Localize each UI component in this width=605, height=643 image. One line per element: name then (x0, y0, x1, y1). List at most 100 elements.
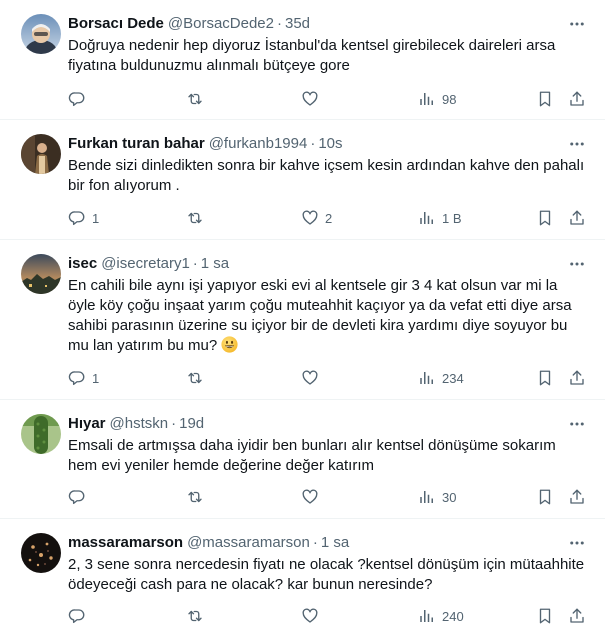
views-icon (418, 488, 436, 506)
timestamp[interactable]: 10s (318, 134, 342, 154)
bookmark-button[interactable] (536, 368, 554, 388)
avatar[interactable] (21, 254, 61, 294)
author-handle[interactable]: @isecretary1 (101, 254, 190, 274)
views-icon (418, 209, 436, 227)
share-icon (568, 209, 586, 227)
author-handle[interactable]: @hstskn (110, 414, 169, 434)
tweet-text: 2, 3 sene sonra nercedesin fiyatı ne ola… (68, 556, 585, 593)
timestamp[interactable]: 1 sa (201, 254, 229, 274)
views-icon (418, 369, 436, 387)
like-button[interactable] (301, 606, 325, 626)
tweet[interactable]: Borsacı Dede @BorsacDede2 · 35d Doğruya … (0, 0, 605, 120)
avatar[interactable] (21, 414, 61, 454)
smiley-emoji (221, 336, 238, 353)
reply-button[interactable]: 1 (68, 368, 99, 388)
share-button[interactable] (568, 606, 586, 626)
share-icon (568, 488, 586, 506)
tweet[interactable]: Hıyar @hstskn · 19d Emsali de artmışsa d… (0, 400, 605, 519)
retweet-button[interactable] (186, 89, 204, 109)
separator-dot: · (310, 135, 316, 152)
reply-icon (68, 90, 86, 108)
action-bar: 1 234 (68, 368, 587, 388)
tweet-text: Bende sizi dinledikten sonra bir kahve i… (68, 157, 585, 194)
timestamp[interactable]: 1 sa (321, 533, 349, 553)
timestamp[interactable]: 19d (179, 414, 204, 434)
separator-dot: · (277, 15, 282, 32)
like-icon (301, 90, 319, 108)
retweet-button[interactable] (186, 208, 204, 228)
views-icon (418, 90, 436, 108)
avatar[interactable] (21, 533, 61, 573)
reply-icon (68, 209, 86, 227)
share-button[interactable] (568, 368, 586, 388)
views-button[interactable]: 1 B (418, 208, 462, 228)
reply-button[interactable]: 1 (68, 208, 99, 228)
bookmark-icon (536, 488, 554, 506)
action-bar: 98 (68, 89, 587, 109)
share-button[interactable] (568, 89, 586, 109)
views-button[interactable]: 30 (418, 487, 456, 507)
more-icon[interactable] (567, 414, 587, 434)
views-button[interactable]: 98 (418, 89, 456, 109)
tweet[interactable]: isec @isecretary1 · 1 sa En cahili bile … (0, 240, 605, 400)
avatar[interactable] (21, 134, 61, 174)
bookmark-button[interactable] (536, 487, 554, 507)
retweet-icon (186, 607, 204, 625)
tweet-text: Doğruya nedenir hep diyoruz İstanbul'da … (68, 37, 556, 74)
author-handle[interactable]: @BorsacDede2 (168, 14, 274, 34)
reply-icon (68, 607, 86, 625)
bookmark-button[interactable] (536, 208, 554, 228)
views-button[interactable]: 234 (418, 368, 464, 388)
tweet[interactable]: Furkan turan bahar @furkanb1994 · 10s Be… (0, 120, 605, 240)
bookmark-icon (536, 209, 554, 227)
retweet-icon (186, 369, 204, 387)
like-icon (301, 607, 319, 625)
more-icon[interactable] (567, 254, 587, 274)
share-button[interactable] (568, 208, 586, 228)
author-handle[interactable]: @massaramarson (187, 533, 310, 553)
separator-dot: · (312, 534, 318, 551)
reply-button[interactable] (68, 89, 92, 109)
retweet-button[interactable] (186, 606, 204, 626)
bookmark-button[interactable] (536, 606, 554, 626)
action-bar: 1 2 1 B (68, 208, 587, 228)
author-name[interactable]: Hıyar (68, 414, 106, 434)
share-icon (568, 607, 586, 625)
author-name[interactable]: Borsacı Dede (68, 14, 164, 34)
reply-icon (68, 488, 86, 506)
author-name[interactable]: Furkan turan bahar (68, 134, 205, 154)
author-name[interactable]: massaramarson (68, 533, 183, 553)
like-button[interactable] (301, 89, 325, 109)
avatar[interactable] (21, 14, 61, 54)
more-icon[interactable] (567, 14, 587, 34)
reply-feed: Borsacı Dede @BorsacDede2 · 35d Doğruya … (0, 0, 605, 643)
retweet-icon (186, 488, 204, 506)
views-button[interactable]: 240 (418, 606, 464, 626)
like-button[interactable] (301, 368, 325, 388)
like-icon (301, 488, 319, 506)
author-handle[interactable]: @furkanb1994 (209, 134, 308, 154)
like-button[interactable]: 2 (301, 208, 332, 228)
bookmark-icon (536, 90, 554, 108)
like-button[interactable] (301, 487, 325, 507)
reply-button[interactable] (68, 487, 92, 507)
bookmark-button[interactable] (536, 89, 554, 109)
views-count: 234 (442, 370, 464, 386)
action-bar: 240 (68, 606, 587, 626)
bookmark-icon (536, 369, 554, 387)
tweet-text: Emsali de artmışsa daha iyidir ben bunla… (68, 437, 556, 474)
retweet-button[interactable] (186, 368, 204, 388)
retweet-button[interactable] (186, 487, 204, 507)
reply-button[interactable] (68, 606, 92, 626)
author-name[interactable]: isec (68, 254, 97, 274)
retweet-icon (186, 209, 204, 227)
more-icon[interactable] (567, 533, 587, 553)
tweet[interactable]: massaramarson @massaramarson · 1 sa 2, 3… (0, 519, 605, 643)
share-button[interactable] (568, 487, 586, 507)
more-icon[interactable] (567, 134, 587, 154)
separator-dot: · (192, 255, 198, 272)
tweet-text-body: En cahili bile aynı işi yapıyor eski evi… (68, 277, 572, 354)
views-count: 98 (442, 91, 457, 107)
retweet-icon (186, 90, 204, 108)
timestamp[interactable]: 35d (285, 14, 310, 34)
